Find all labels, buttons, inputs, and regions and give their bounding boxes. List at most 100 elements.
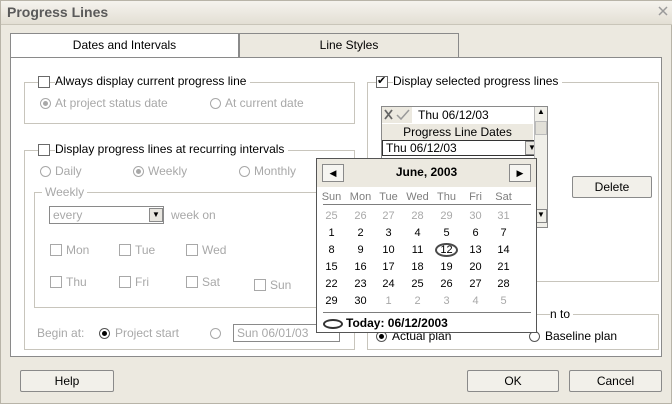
calendar-day[interactable]: 1 bbox=[377, 294, 400, 308]
calendar-day[interactable]: 20 bbox=[464, 260, 487, 274]
calendar-month: June, 2003 bbox=[395, 165, 458, 179]
at-project-status-label: At project status date bbox=[55, 96, 168, 110]
day-checkbox-mon[interactable] bbox=[50, 244, 62, 256]
calendar-day[interactable]: 3 bbox=[435, 294, 458, 308]
weekday-label: Wed bbox=[406, 191, 429, 203]
row-value: Thu 06/12/03 bbox=[386, 141, 457, 155]
calendar-day[interactable]: 30 bbox=[349, 294, 372, 308]
calendar-day[interactable]: 19 bbox=[435, 260, 458, 274]
tab-dates-and-intervals[interactable]: Dates and Intervals bbox=[10, 33, 239, 57]
scroll-up-icon[interactable]: ▲ bbox=[535, 107, 547, 121]
calendar-day[interactable]: 17 bbox=[377, 260, 400, 274]
calendar-day[interactable]: 25 bbox=[406, 277, 429, 291]
at-project-status-radio[interactable] bbox=[40, 98, 51, 109]
every-value: every bbox=[53, 208, 83, 222]
day-checkbox-wed[interactable] bbox=[186, 244, 198, 256]
calendar-day[interactable]: 4 bbox=[464, 294, 487, 308]
calendar-day[interactable]: 2 bbox=[406, 294, 429, 308]
calendar-day[interactable]: 9 bbox=[349, 243, 372, 257]
calendar-day[interactable]: 28 bbox=[492, 277, 515, 291]
calendar-day[interactable]: 3 bbox=[377, 226, 400, 240]
at-current-date-label: At current date bbox=[225, 96, 304, 110]
calendar-day[interactable]: 27 bbox=[377, 209, 400, 223]
calendar-day[interactable]: 18 bbox=[406, 260, 429, 274]
day-label-mon: Mon bbox=[66, 243, 90, 257]
calendar-today-link[interactable]: Today: 06/12/2003 bbox=[323, 316, 448, 330]
day-label-wed: Wed bbox=[202, 243, 227, 257]
cancel-button[interactable]: Cancel bbox=[569, 370, 662, 392]
baseline-plan-label: Baseline plan bbox=[545, 329, 618, 343]
calendar-day[interactable]: 27 bbox=[464, 277, 487, 291]
calendar-day[interactable]: 29 bbox=[435, 209, 458, 223]
day-checkbox-sat[interactable] bbox=[186, 276, 198, 288]
cancel-confirm-icon[interactable] bbox=[382, 107, 412, 123]
weekly-radio[interactable] bbox=[133, 166, 144, 177]
calendar-day[interactable]: 29 bbox=[320, 294, 343, 308]
begin-date-radio[interactable] bbox=[210, 328, 221, 339]
calendar-day[interactable]: 25 bbox=[320, 209, 343, 223]
display-selected-label: Display selected progress lines bbox=[393, 74, 563, 88]
triangle-right-icon[interactable]: ▶ bbox=[509, 164, 531, 182]
window-title: Progress Lines bbox=[7, 4, 109, 20]
help-button[interactable]: Help bbox=[20, 370, 114, 392]
day-checkbox-thu[interactable] bbox=[50, 276, 62, 288]
calendar-day[interactable]: 31 bbox=[492, 209, 515, 223]
calendar-day[interactable]: 7 bbox=[492, 226, 515, 240]
calendar-day[interactable]: 6 bbox=[464, 226, 487, 240]
day-checkbox-sun[interactable] bbox=[254, 279, 266, 291]
calendar-day[interactable]: 28 bbox=[406, 209, 429, 223]
day-checkbox-fri[interactable] bbox=[119, 276, 131, 288]
display-selected-checkbox[interactable] bbox=[376, 74, 388, 88]
calendar-day[interactable]: 5 bbox=[435, 226, 458, 240]
calendar-day[interactable]: 21 bbox=[492, 260, 515, 274]
weekday-label: Sun bbox=[321, 191, 342, 203]
scroll-thumb[interactable] bbox=[535, 121, 547, 135]
calendar-day[interactable]: 26 bbox=[349, 209, 372, 223]
calendar-day[interactable]: 10 bbox=[377, 243, 400, 257]
weekday-label: Tue bbox=[379, 191, 398, 203]
weekday-label: Fri bbox=[469, 191, 482, 203]
edit-value[interactable]: Thu 06/12/03 bbox=[418, 108, 489, 122]
calendar-day[interactable]: 8 bbox=[320, 243, 343, 257]
day-label-sun: Sun bbox=[270, 278, 292, 292]
project-start-radio[interactable] bbox=[99, 328, 110, 339]
calendar-day[interactable]: 11 bbox=[406, 243, 429, 257]
every-dropdown[interactable]: every bbox=[49, 206, 164, 224]
calendar-day[interactable]: 4 bbox=[406, 226, 429, 240]
daily-radio[interactable] bbox=[40, 166, 51, 177]
tab-line-styles[interactable]: Line Styles bbox=[239, 33, 459, 57]
chevron-down-icon[interactable]: ▼ bbox=[149, 208, 163, 222]
calendar-day[interactable]: 23 bbox=[349, 277, 372, 291]
at-current-date-radio[interactable] bbox=[210, 98, 221, 109]
calendar-day[interactable]: 14 bbox=[492, 243, 515, 257]
always-display-current-checkbox[interactable] bbox=[38, 76, 50, 88]
calendar-divider bbox=[323, 204, 531, 205]
recurring-intervals-checkbox[interactable] bbox=[38, 144, 50, 156]
week-on-label: week on bbox=[171, 208, 216, 222]
calendar-day[interactable]: 1 bbox=[320, 226, 343, 240]
calendar-day[interactable]: 26 bbox=[435, 277, 458, 291]
day-label-thu: Thu bbox=[66, 275, 87, 289]
project-start-label: Project start bbox=[115, 326, 180, 340]
close-icon[interactable] bbox=[657, 4, 671, 20]
ok-button[interactable]: OK bbox=[467, 370, 559, 392]
today-circle-icon bbox=[323, 318, 343, 329]
day-label-fri: Fri bbox=[135, 275, 149, 289]
delete-button[interactable]: Delete bbox=[572, 176, 652, 198]
calendar-day[interactable]: 22 bbox=[320, 277, 343, 291]
begin-date-value: Sun 06/01/03 bbox=[237, 326, 309, 340]
calendar-day[interactable]: 5 bbox=[492, 294, 515, 308]
weekday-label: Mon bbox=[349, 191, 372, 203]
progress-line-row-1[interactable]: Thu 06/12/03 bbox=[382, 140, 540, 156]
monthly-label: Monthly bbox=[254, 164, 297, 178]
day-checkbox-tue[interactable] bbox=[119, 244, 131, 256]
calendar-day[interactable]: 24 bbox=[377, 277, 400, 291]
calendar-day[interactable]: 13 bbox=[464, 243, 487, 257]
calendar-day[interactable]: 30 bbox=[464, 209, 487, 223]
calendar-day-selected[interactable]: 12 bbox=[435, 243, 458, 257]
calendar-day[interactable]: 16 bbox=[349, 260, 372, 274]
calendar-day[interactable]: 15 bbox=[320, 260, 343, 274]
monthly-radio[interactable] bbox=[239, 166, 250, 177]
calendar-day[interactable]: 2 bbox=[349, 226, 372, 240]
weekly-group-title: Weekly bbox=[42, 185, 88, 199]
